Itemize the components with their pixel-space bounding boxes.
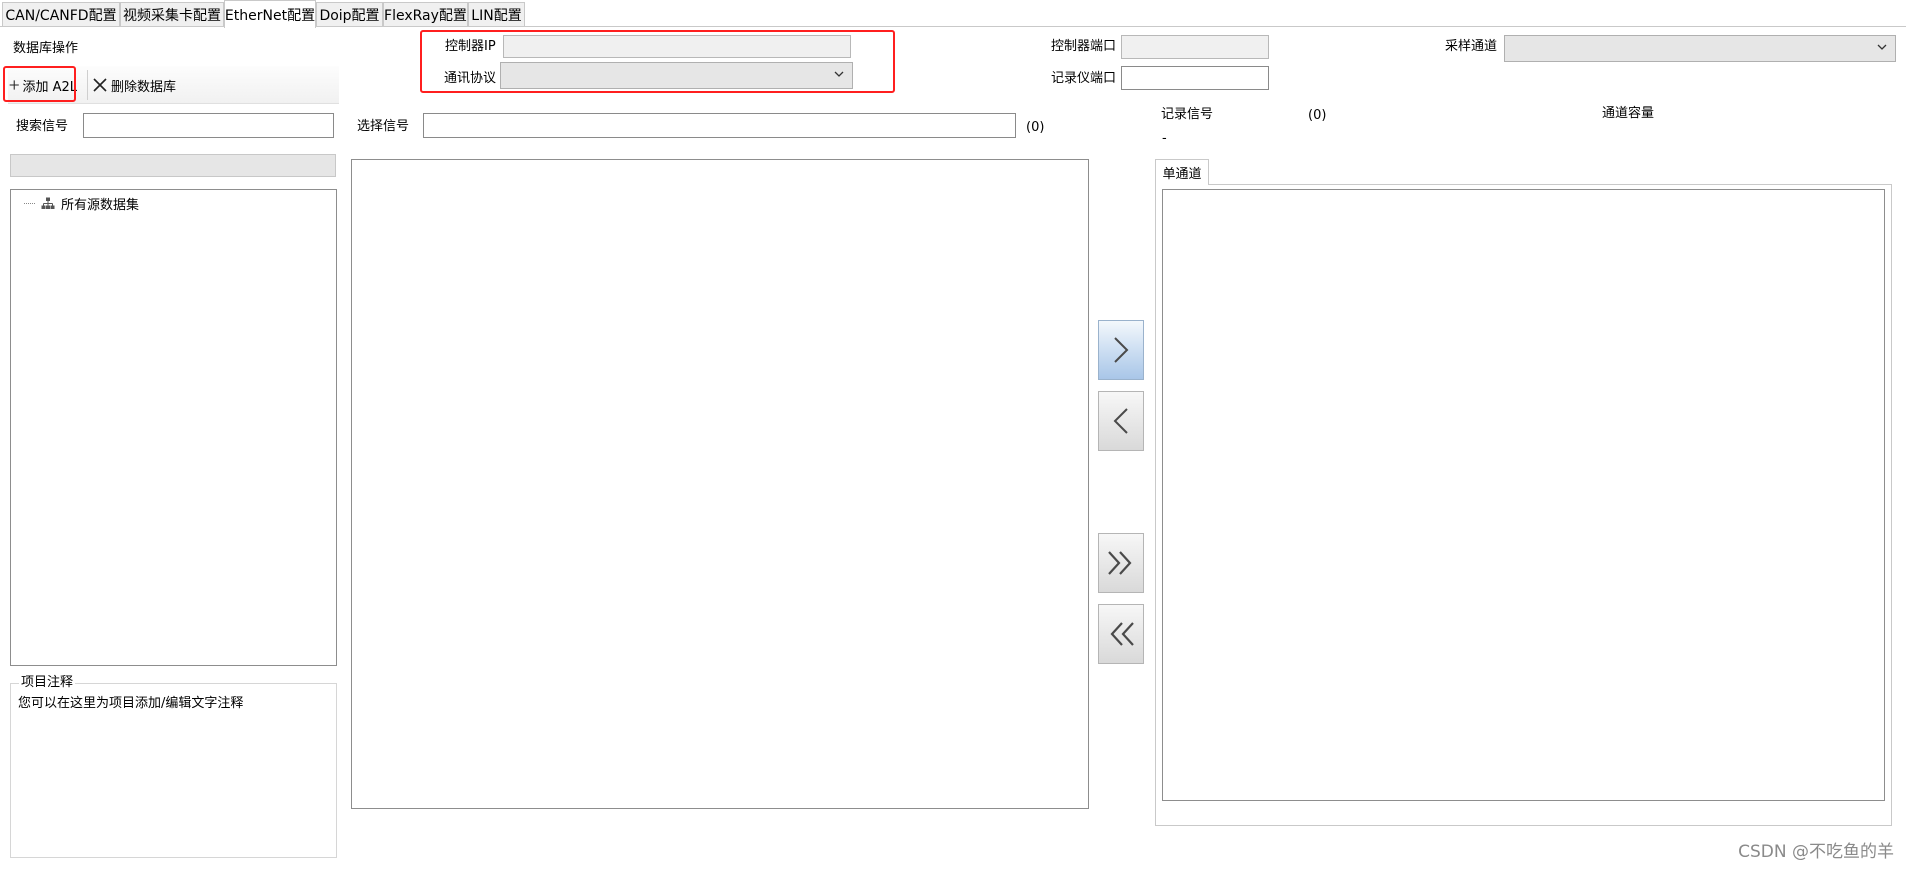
chevron-down-icon xyxy=(1877,44,1887,50)
plus-icon xyxy=(9,80,19,90)
tab-doip[interactable]: Doip配置 xyxy=(316,2,383,27)
delete-database-label: 删除数据库 xyxy=(111,79,177,95)
protocol-label: 通讯协议 xyxy=(444,71,497,86)
hierarchy-icon xyxy=(41,197,55,209)
channel-capacity-label: 通道容量 xyxy=(1602,106,1655,121)
double-chevron-left-icon xyxy=(1110,622,1134,646)
database-section-label: 数据库操作 xyxy=(13,41,79,56)
move-all-right-button[interactable] xyxy=(1098,533,1144,593)
move-left-button[interactable] xyxy=(1098,391,1144,451)
controller-port-label: 控制器端口 xyxy=(1051,39,1117,54)
record-signal-count: (0) xyxy=(1308,108,1327,123)
controller-ip-input[interactable] xyxy=(503,35,851,58)
chevron-right-icon xyxy=(1114,337,1129,363)
tab-label: 视频采集卡配置 xyxy=(123,8,221,24)
delete-database-button[interactable]: 删除数据库 xyxy=(92,71,192,99)
tab-single-channel[interactable]: 单通道 xyxy=(1155,159,1209,185)
tab-label: EtherNet配置 xyxy=(224,7,316,24)
double-chevron-right-icon xyxy=(1108,551,1132,575)
tab-label: CAN/CANFD配置 xyxy=(5,8,117,24)
controller-ip-label: 控制器IP xyxy=(445,39,496,54)
select-signal-input[interactable] xyxy=(423,113,1016,138)
search-signal-input[interactable] xyxy=(83,113,334,138)
sampling-channel-select[interactable] xyxy=(1504,35,1896,62)
tab-label: 单通道 xyxy=(1162,167,1202,182)
move-right-button[interactable] xyxy=(1098,320,1144,380)
notes-title: 项目注释 xyxy=(19,675,76,691)
chevron-left-icon xyxy=(1113,408,1128,434)
record-signal-label: 记录信号 xyxy=(1161,107,1214,122)
tab-ethernet[interactable]: EtherNet配置 xyxy=(224,0,316,28)
chevron-down-icon xyxy=(834,71,844,77)
tree-node-label: 所有源数据集 xyxy=(61,197,140,213)
tree-connector xyxy=(24,203,35,204)
select-signal-count: (0) xyxy=(1026,120,1045,135)
search-signal-label: 搜索信号 xyxy=(16,119,69,134)
selected-signals-list[interactable] xyxy=(351,159,1089,809)
search-progress-bar xyxy=(10,154,336,177)
tab-label: FlexRay配置 xyxy=(384,8,467,24)
move-all-left-button[interactable] xyxy=(1098,604,1144,664)
record-signal-value: - xyxy=(1162,131,1167,146)
watermark: CSDN @不吃鱼的羊 xyxy=(1738,842,1894,862)
tab-label: LIN配置 xyxy=(471,8,522,24)
protocol-select[interactable] xyxy=(500,62,853,89)
controller-port-input[interactable] xyxy=(1121,35,1269,59)
tab-video-capture[interactable]: 视频采集卡配置 xyxy=(120,2,224,27)
add-a2l-label: 添加 A2L xyxy=(22,79,77,95)
select-signal-label: 选择信号 xyxy=(357,119,410,134)
tab-can-canfd[interactable]: CAN/CANFD配置 xyxy=(2,2,120,27)
close-icon xyxy=(93,78,107,92)
tab-strip: CAN/CANFD配置 视频采集卡配置 EtherNet配置 Doip配置 Fl… xyxy=(0,0,1906,28)
recorded-signals-list[interactable] xyxy=(1162,189,1885,801)
recorder-port-label: 记录仪端口 xyxy=(1051,71,1117,86)
tab-lin[interactable]: LIN配置 xyxy=(468,2,525,27)
tab-label: Doip配置 xyxy=(319,8,380,24)
tab-flexray[interactable]: FlexRay配置 xyxy=(383,2,468,27)
database-toolbar: 添加 A2L 删除数据库 xyxy=(8,66,339,104)
notes-text[interactable]: 您可以在这里为项目添加/编辑文字注释 xyxy=(18,696,243,712)
source-tree-panel[interactable]: 所有源数据集 xyxy=(10,189,337,666)
add-a2l-button[interactable]: 添加 A2L xyxy=(9,71,77,99)
toolbar-separator xyxy=(87,70,88,100)
notes-groupbox: 项目注释 您可以在这里为项目添加/编辑文字注释 xyxy=(10,675,337,858)
tree-node-all-sources[interactable]: 所有源数据集 xyxy=(24,194,140,213)
sampling-channel-label: 采样通道 xyxy=(1445,39,1498,54)
recorder-port-input[interactable] xyxy=(1121,66,1269,90)
